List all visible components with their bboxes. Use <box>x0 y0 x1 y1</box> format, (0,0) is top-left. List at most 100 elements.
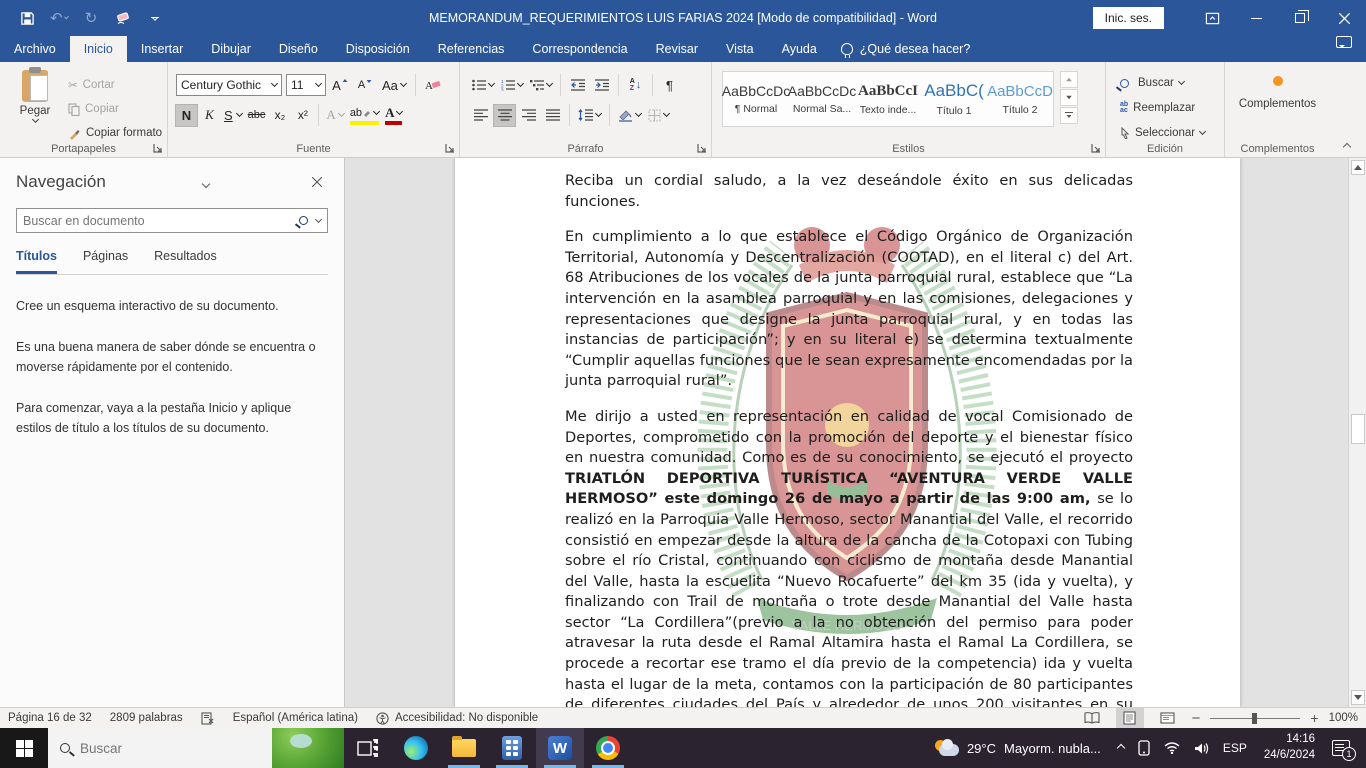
taskbar-file-explorer[interactable] <box>440 728 488 768</box>
tab-dibujar[interactable]: Dibujar <box>197 36 265 62</box>
align-center-button[interactable] <box>494 105 515 126</box>
accessibility-status[interactable]: Accesibilidad: No disponible <box>376 712 538 725</box>
justify-button[interactable] <box>542 105 563 126</box>
tab-diseno[interactable]: Diseño <box>265 36 332 62</box>
superscript-button[interactable]: x² <box>292 105 313 126</box>
sort-button[interactable]: AZ ↓ <box>625 75 646 96</box>
dialog-launcher-icon[interactable] <box>697 143 708 154</box>
minimize-button[interactable] <box>1234 0 1278 36</box>
styles-scroll-up-button[interactable] <box>1060 71 1078 88</box>
notification-center-button[interactable]: 1 <box>1325 728 1366 768</box>
tab-correspondencia[interactable]: Correspondencia <box>518 36 641 62</box>
bullets-button[interactable] <box>470 75 496 96</box>
language-indicator[interactable]: Español (América latina) <box>233 712 358 724</box>
style-titulo-1[interactable]: AaBbC( Título 1 <box>921 72 987 126</box>
tab-ayuda[interactable]: Ayuda <box>768 36 831 62</box>
tab-revisar[interactable]: Revisar <box>642 36 712 62</box>
tab-referencias[interactable]: Referencias <box>424 36 519 62</box>
font-color-button[interactable]: A <box>383 105 404 126</box>
taskbar-calculator[interactable] <box>488 728 536 768</box>
addins-button[interactable]: Complementos <box>1225 76 1330 110</box>
dialog-launcher-icon[interactable] <box>445 143 456 154</box>
increase-indent-button[interactable] <box>591 75 612 96</box>
italic-button[interactable]: K <box>199 105 220 126</box>
grow-font-button[interactable]: A <box>330 75 351 96</box>
web-layout-button[interactable] <box>1154 708 1182 728</box>
close-button[interactable] <box>1322 0 1366 36</box>
style-normal[interactable]: AaBbCcDc ¶ Normal <box>723 72 789 126</box>
underline-button[interactable]: S <box>222 105 244 126</box>
borders-button[interactable] <box>646 105 671 126</box>
sign-in-button[interactable]: Inic. ses. <box>1093 7 1164 29</box>
change-case-button[interactable]: Aa <box>380 75 408 96</box>
zoom-level[interactable]: 100% <box>1329 712 1358 724</box>
phone-link-icon[interactable] <box>1131 728 1157 768</box>
search-highlight-image[interactable] <box>272 728 344 768</box>
zoom-out-button[interactable]: − <box>1192 710 1201 727</box>
scroll-up-button[interactable] <box>1351 160 1365 175</box>
subscript-button[interactable]: x₂ <box>269 105 290 126</box>
nav-search-input[interactable] <box>23 214 299 228</box>
scrollbar-thumb[interactable] <box>1351 414 1365 444</box>
paragraph-1[interactable]: Reciba un cordial saludo, a la vez deseá… <box>565 171 1133 212</box>
style-normal-sa[interactable]: AaBbCcDc Normal Sa... <box>789 72 855 126</box>
start-button[interactable] <box>0 728 48 768</box>
nav-tab-titulos[interactable]: Títulos <box>16 249 57 274</box>
search-icon[interactable] <box>299 216 308 225</box>
zoom-slider[interactable] <box>1210 718 1300 719</box>
scroll-down-button[interactable] <box>1351 690 1365 705</box>
zoom-slider-thumb[interactable] <box>1252 713 1257 724</box>
styles-more-button[interactable] <box>1060 107 1078 124</box>
nav-pane-close-icon[interactable] <box>306 175 328 190</box>
collapse-ribbon-button[interactable] <box>1344 141 1358 151</box>
tray-chevron-up-icon[interactable] <box>1111 728 1131 768</box>
document-text[interactable]: Reciba un cordial saludo, a la vez deseá… <box>565 171 1133 707</box>
numbering-button[interactable]: 123 <box>499 75 525 96</box>
strikethrough-button[interactable]: abc <box>246 105 268 126</box>
line-spacing-button[interactable] <box>576 105 603 126</box>
clear-formatting-button[interactable]: A <box>423 75 444 96</box>
restore-button[interactable] <box>1278 0 1322 36</box>
language-indicator[interactable]: ESP <box>1216 728 1254 768</box>
print-layout-button[interactable] <box>1116 708 1144 728</box>
proofing-icon[interactable] <box>201 712 215 725</box>
customize-qat-icon[interactable] <box>146 9 164 27</box>
select-button[interactable]: Seleccionar <box>1116 122 1209 144</box>
style-texto-independiente[interactable]: AaBbCcI Texto inde... <box>855 72 921 126</box>
tab-insertar[interactable]: Insertar <box>127 36 197 62</box>
nav-tab-paginas[interactable]: Páginas <box>83 249 128 274</box>
bold-button[interactable]: N <box>176 105 197 126</box>
feedback-icon[interactable] <box>1336 36 1352 48</box>
zoom-in-button[interactable]: + <box>1310 710 1318 726</box>
styles-scroll-down-button[interactable] <box>1060 89 1078 106</box>
shading-button[interactable] <box>616 105 643 126</box>
font-size-combo[interactable]: 11 <box>286 74 326 96</box>
word-count[interactable]: 2809 palabras <box>110 712 183 724</box>
volume-icon[interactable] <box>1187 728 1216 768</box>
nav-pane-options-chevron-icon[interactable] <box>195 175 217 190</box>
document-canvas[interactable]: VALLE HERMOSO Reciba un cordial saludo, … <box>345 158 1348 707</box>
nav-search-box[interactable] <box>16 208 328 233</box>
find-button[interactable]: Buscar <box>1116 72 1209 94</box>
taskbar-edge[interactable] <box>392 728 440 768</box>
wifi-icon[interactable] <box>1157 728 1187 768</box>
chevron-down-icon[interactable] <box>315 215 322 222</box>
read-mode-button[interactable] <box>1078 708 1106 728</box>
page-indicator[interactable]: Página 16 de 32 <box>8 712 92 724</box>
highlight-button[interactable]: ab <box>348 105 381 126</box>
taskbar-search-box[interactable] <box>48 728 344 768</box>
ribbon-display-options-icon[interactable] <box>1190 0 1234 36</box>
paragraph-3[interactable]: Me dirijo a usted en representación en c… <box>565 407 1133 707</box>
taskbar-chrome[interactable] <box>584 728 632 768</box>
dialog-launcher-icon[interactable] <box>1091 143 1102 154</box>
taskbar-word[interactable]: W <box>536 728 584 768</box>
multilevel-list-button[interactable] <box>528 75 554 96</box>
tab-inicio[interactable]: Inicio <box>70 36 127 62</box>
paragraph-2[interactable]: En cumplimiento a lo que establece el Có… <box>565 227 1133 392</box>
replace-button[interactable]: abac Reemplazar <box>1116 97 1209 119</box>
document-page[interactable]: VALLE HERMOSO Reciba un cordial saludo, … <box>455 158 1240 707</box>
vertical-scrollbar[interactable] <box>1348 158 1366 707</box>
task-view-button[interactable] <box>344 728 392 768</box>
eraser-icon[interactable] <box>114 9 132 27</box>
show-marks-button[interactable]: ¶ <box>659 75 680 96</box>
